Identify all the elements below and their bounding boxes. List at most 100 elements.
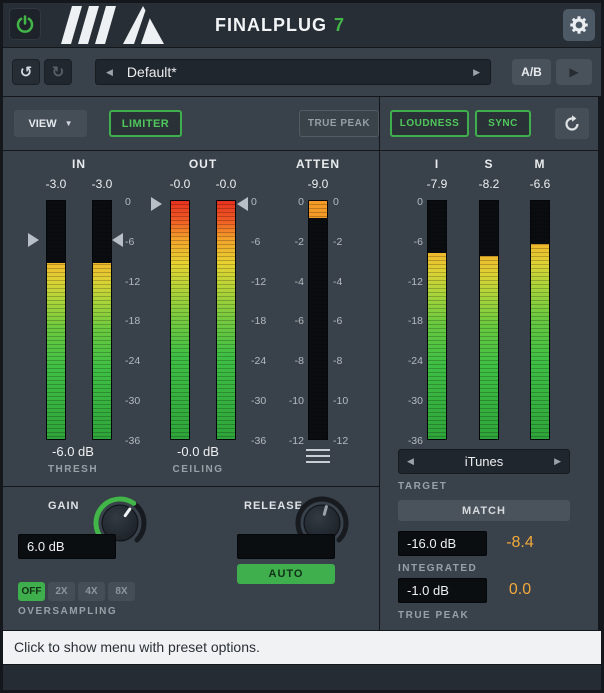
controls-panel: GAIN 6.0 dB RELEASE: [3, 487, 379, 630]
oversampling-8x-button[interactable]: 8X: [108, 582, 135, 601]
auto-label: AUTO: [269, 568, 304, 580]
limiter-toggle[interactable]: LIMITER: [109, 110, 182, 137]
in-meter-title: IN: [46, 157, 112, 171]
scale-tick: -8: [333, 355, 365, 368]
sync-toggle[interactable]: SYNC: [475, 110, 531, 137]
release-value-field[interactable]: [237, 534, 335, 559]
oversampling-off-label: OFF: [22, 586, 42, 597]
out-meter-title: OUT: [170, 157, 236, 171]
scale-tick: -12: [333, 435, 365, 448]
preset-next-icon[interactable]: ▶: [473, 67, 480, 78]
plugin-title-text: FINALPLUG: [215, 15, 327, 36]
atten-meter: [308, 200, 328, 440]
in-meter-right: [92, 200, 112, 440]
undo-button[interactable]: ↺: [12, 59, 40, 85]
chevron-down-icon: ▼: [65, 119, 73, 128]
target-next-icon[interactable]: ▶: [554, 456, 561, 467]
oversampling-2x-button[interactable]: 2X: [48, 582, 75, 601]
lufs-s-value: -8.2: [469, 177, 509, 191]
gain-value-field[interactable]: 6.0 dB: [18, 534, 116, 559]
scale-tick: -12: [125, 276, 151, 289]
integrated-target-field[interactable]: -16.0 dB: [398, 531, 487, 556]
match-button[interactable]: MATCH: [398, 500, 570, 521]
scale-tick: -30: [125, 395, 151, 408]
scale-tick: -6: [333, 315, 365, 328]
power-icon: [15, 14, 35, 34]
true-peak-toggle-label: TRUE PEAK: [308, 118, 370, 129]
oversampling-4x-label: 4X: [85, 586, 97, 597]
target-prev-icon[interactable]: ◀: [407, 456, 414, 467]
loudness-label: LOUDNESS: [400, 118, 460, 129]
undo-icon: ↺: [20, 63, 33, 81]
atten-scale-right: 0-2-4-6-8-10-12: [333, 196, 365, 448]
refresh-icon: [562, 114, 582, 134]
scale-tick: -24: [390, 355, 423, 368]
plugin-title: FINALPLUG 7: [215, 3, 344, 47]
oversampling-4x-button[interactable]: 4X: [78, 582, 105, 601]
oversampling-2x-label: 2X: [55, 586, 67, 597]
redo-button[interactable]: ↻: [44, 59, 72, 85]
atten-meter-title: ATTEN: [285, 157, 351, 171]
settings-button[interactable]: [563, 9, 595, 41]
ceiling-marker-right[interactable]: [237, 197, 248, 211]
in-peak-value-1: -3.0: [36, 177, 76, 191]
ab-label: A/B: [521, 65, 542, 79]
gear-icon: [569, 15, 589, 35]
preset-play-button[interactable]: ▶: [556, 59, 592, 85]
status-message: Click to show menu with preset options.: [14, 631, 601, 664]
true-peak-target-value: -1.0 dB: [407, 583, 449, 598]
sync-refresh-button[interactable]: [555, 108, 589, 139]
lufs-i-value: -7.9: [417, 177, 457, 191]
target-selector[interactable]: ◀ iTunes ▶: [398, 449, 570, 474]
scale-tick: 0: [272, 196, 304, 209]
scale-tick: -4: [333, 276, 365, 289]
meter-options-menu-icon[interactable]: [306, 449, 330, 463]
sync-label: SYNC: [488, 118, 518, 129]
scale-tick: 0: [390, 196, 423, 209]
ab-compare-button[interactable]: A/B: [512, 59, 551, 85]
scale-tick: -36: [390, 435, 423, 448]
view-menu-button[interactable]: VIEW ▼: [14, 110, 87, 137]
ceiling-label: CEILING: [146, 464, 250, 475]
threshold-value[interactable]: -6.0 dB: [21, 444, 125, 459]
in-meter-left: [46, 200, 66, 440]
threshold-marker-right[interactable]: [112, 233, 123, 247]
scale-tick: -12: [272, 435, 304, 448]
in-peak-value-2: -3.0: [82, 177, 122, 191]
scale-tick: -8: [272, 355, 304, 368]
scale-tick: -2: [333, 236, 365, 249]
out-meter-left: [170, 200, 190, 440]
view-label: VIEW: [28, 118, 56, 130]
ceiling-value[interactable]: -0.0 dB: [146, 444, 250, 459]
power-button[interactable]: [9, 8, 41, 40]
preset-prev-icon[interactable]: ◀: [106, 67, 113, 78]
scale-tick: -6: [390, 236, 423, 249]
out-meter-right: [216, 200, 236, 440]
true-peak-readout: 0.0: [492, 581, 548, 599]
limiter-label: LIMITER: [122, 118, 170, 130]
header-bar: FINALPLUG 7: [3, 3, 601, 47]
play-icon: ▶: [569, 65, 578, 79]
lufs-i-title: I: [417, 157, 457, 171]
scale-tick: -24: [125, 355, 151, 368]
threshold-marker-left[interactable]: [28, 233, 39, 247]
scale-tick: -18: [390, 315, 423, 328]
true-peak-label: TRUE PEAK: [398, 610, 469, 621]
scale-tick: -6: [125, 236, 151, 249]
in-meter-scale: 0-6-12-18-24-30-36: [125, 196, 151, 448]
integrated-label: INTEGRATED: [398, 563, 477, 574]
true-peak-toggle[interactable]: TRUE PEAK: [299, 110, 379, 137]
oversampling-off-button[interactable]: OFF: [18, 582, 45, 601]
lufs-s-meter: [479, 200, 499, 440]
preset-selector[interactable]: ◀ Default* ▶: [95, 59, 491, 85]
auto-release-toggle[interactable]: AUTO: [237, 564, 335, 584]
threshold-label: THRESH: [21, 464, 125, 475]
scale-tick: 0: [333, 196, 365, 209]
lufs-m-value: -6.6: [520, 177, 560, 191]
lufs-m-title: M: [520, 157, 560, 171]
true-peak-target-field[interactable]: -1.0 dB: [398, 578, 487, 603]
ceiling-marker-left[interactable]: [151, 197, 162, 211]
gain-value: 6.0 dB: [27, 539, 65, 554]
scale-tick: -10: [272, 395, 304, 408]
loudness-toggle[interactable]: LOUDNESS: [390, 110, 469, 137]
